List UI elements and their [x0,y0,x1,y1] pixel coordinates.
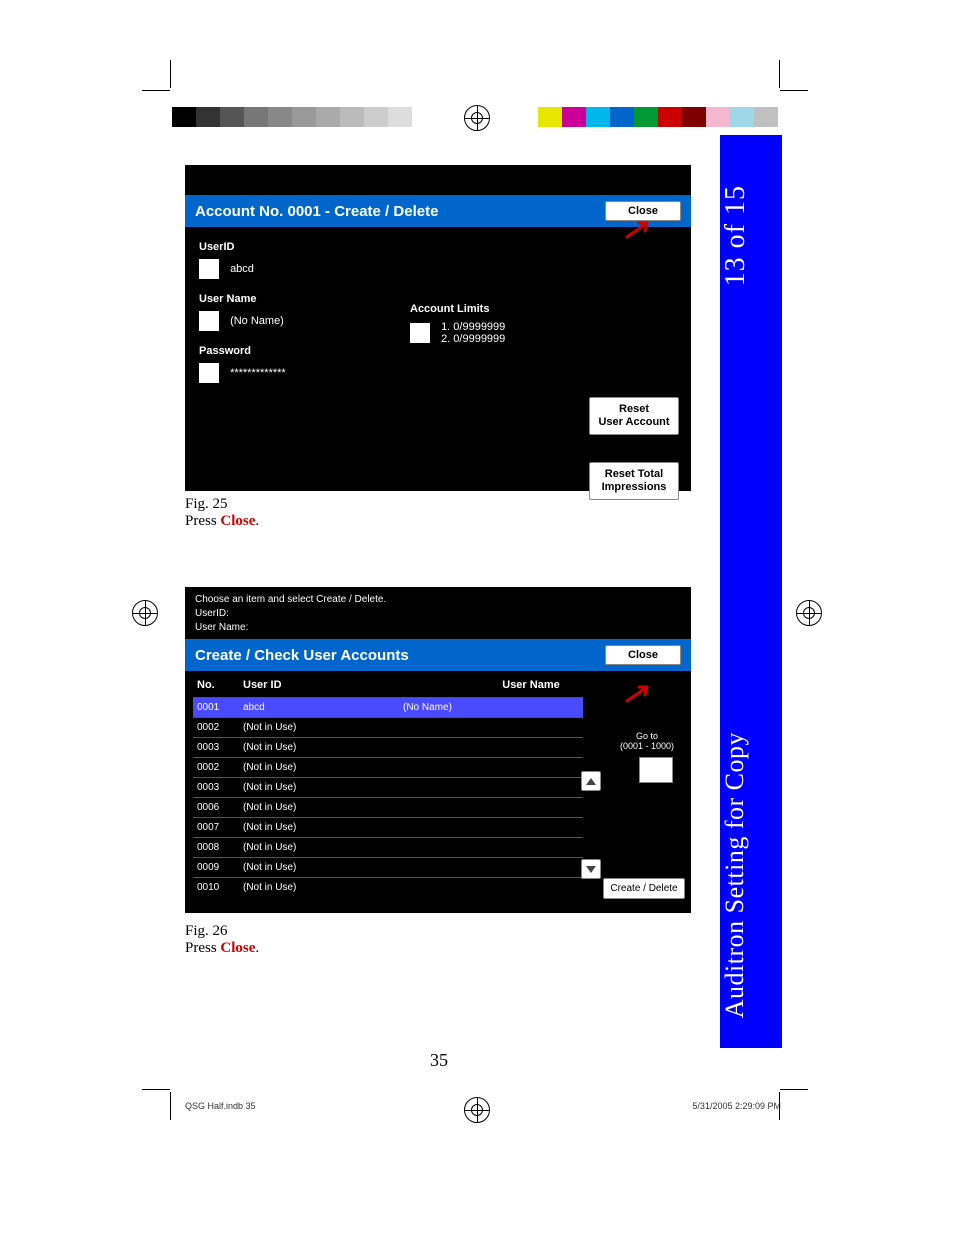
row-username [403,862,579,873]
table-row[interactable]: 0002(Not in Use) [193,717,583,737]
close-button[interactable]: Close [605,645,681,665]
caption2-pre: Press [185,940,220,956]
page-number: 35 [185,1050,693,1071]
table-row[interactable]: 0002(Not in Use) [193,757,583,777]
table-row[interactable]: 0001abcd(No Name) [193,697,583,717]
figure-26-label: Fig. 26 [185,923,259,940]
row-username [403,822,579,833]
caption1-close-word: Close [220,513,255,529]
figure-26-caption: Fig. 26 Press Close. [185,923,259,957]
row-no: 0008 [197,842,243,853]
footer-right: 5/31/2005 2:29:09 PM [692,1101,781,1111]
goto-play-icon [609,761,623,783]
caption2-post: . [255,940,259,956]
screenshot-account-create-delete: Account No. 0001 - Create / Delete Close… [185,165,691,490]
row-username [403,742,579,753]
limits-line1: 1. 0/9999999 [441,321,505,333]
goto-input[interactable] [639,757,673,783]
screen2-preheader: Choose an item and select Create / Delet… [185,587,691,639]
col-no: No. [197,679,243,691]
row-userid: (Not in Use) [243,842,403,853]
scroll-down-button[interactable] [581,859,601,879]
figure-25-label: Fig. 25 [185,496,259,513]
userid-value: abcd [230,263,254,275]
close-button[interactable]: Close [605,201,681,221]
row-userid: abcd [243,702,403,713]
row-username [403,782,579,793]
account-limits-label: Account Limits [410,303,505,315]
row-username [403,722,579,733]
row-no: 0010 [197,882,243,893]
create-delete-button[interactable]: Create / Delete [603,878,685,899]
row-no: 0001 [197,702,243,713]
username-value: (No Name) [230,315,284,327]
red-arrow-annotation [625,219,655,239]
prehead-line1: Choose an item and select Create / Delet… [195,593,681,607]
row-userid: (Not in Use) [243,742,403,753]
goto-range: (0001 - 1000) [609,741,685,751]
row-userid: (Not in Use) [243,882,403,893]
userid-label: UserID [199,241,677,253]
goto-label: Go to [609,731,685,741]
registration-mark-right [796,600,822,626]
row-userid: (Not in Use) [243,862,403,873]
row-userid: (Not in Use) [243,822,403,833]
limits-line2: 2. 0/9999999 [441,333,505,345]
screenshot-create-check-accounts: Choose an item and select Create / Delet… [185,587,691,913]
prehead-line3: User Name: [195,621,681,635]
password-value: ************* [230,367,286,379]
scroll-up-button[interactable] [581,771,601,791]
password-label: Password [199,345,677,357]
red-arrow-annotation [625,683,655,703]
row-userid: (Not in Use) [243,762,403,773]
table-rows: 0001abcd(No Name)0002(Not in Use)0003(No… [193,697,683,897]
row-no: 0002 [197,722,243,733]
limits-field-button[interactable] [410,323,430,343]
goto-panel: Go to (0001 - 1000) [609,731,685,787]
table-row[interactable]: 0003(Not in Use) [193,737,583,757]
reset-total-impressions-button[interactable]: Reset Total Impressions [589,462,679,500]
row-userid: (Not in Use) [243,722,403,733]
password-field-button[interactable] [199,363,219,383]
screen1-title-bar: Account No. 0001 - Create / Delete Close [185,195,691,227]
print-footer: QSG Half.indb 35 5/31/2005 2:29:09 PM [185,1101,781,1111]
screen1-title: Account No. 0001 - Create / Delete [195,203,438,220]
table-header: No. User ID User Name [193,671,683,697]
table-row[interactable]: 0003(Not in Use) [193,777,583,797]
row-no: 0007 [197,822,243,833]
caption1-post: . [255,513,259,529]
side-tab-page-count: 13 of 15 [720,185,782,286]
row-username [403,882,579,893]
row-no: 0006 [197,802,243,813]
figure-25-caption: Fig. 25 Press Close. [185,496,259,530]
side-tab-title: Auditron Setting for Copy [720,732,782,1018]
reset-user-account-button[interactable]: Reset User Account [589,397,679,435]
caption1-pre: Press [185,513,220,529]
row-userid: (Not in Use) [243,802,403,813]
row-username [403,762,579,773]
table-row[interactable]: 0008(Not in Use) [193,837,583,857]
screen2-title-bar: Create / Check User Accounts Close [185,639,691,671]
row-no: 0002 [197,762,243,773]
row-no: 0003 [197,782,243,793]
prehead-line2: UserID: [195,607,681,621]
row-no: 0009 [197,862,243,873]
page-content: 13 of 15 Auditron Setting for Copy Accou… [185,135,782,1099]
row-no: 0003 [197,742,243,753]
userid-field-button[interactable] [199,259,219,279]
footer-left: QSG Half.indb 35 [185,1101,256,1111]
row-username [403,802,579,813]
row-userid: (Not in Use) [243,782,403,793]
caption2-close-word: Close [220,940,255,956]
screen2-title: Create / Check User Accounts [195,647,409,664]
row-username: (No Name) [403,702,579,713]
row-username [403,842,579,853]
table-row[interactable]: 0009(Not in Use) [193,857,583,877]
col-userid: User ID [243,679,383,691]
table-row[interactable]: 0006(Not in Use) [193,797,583,817]
table-row[interactable]: 0007(Not in Use) [193,817,583,837]
table-row[interactable]: 0010(Not in Use) [193,877,583,897]
username-field-button[interactable] [199,311,219,331]
side-tab: 13 of 15 Auditron Setting for Copy [720,135,782,1048]
